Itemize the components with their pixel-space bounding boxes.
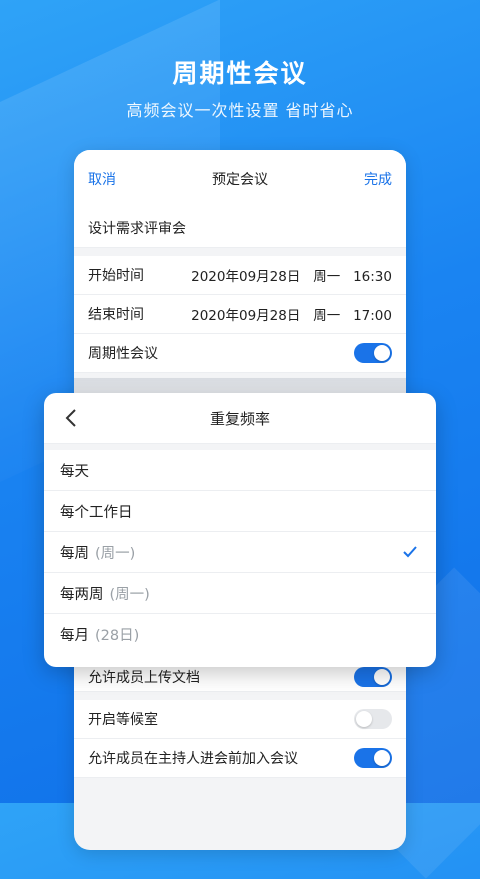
waiting-room-label: 开启等候室 — [88, 712, 158, 728]
option-label: 每天 — [60, 463, 89, 480]
option-sub: (周一) — [109, 586, 150, 603]
hero-title: 周期性会议 — [172, 59, 308, 88]
waiting-room-toggle[interactable] — [354, 709, 392, 729]
option-sub: (28日) — [95, 628, 140, 644]
join-before-host-toggle[interactable] — [354, 748, 392, 768]
start-time-value: 2020年09月28日 周一 16:30 — [191, 269, 392, 285]
option-label: 每周 — [60, 545, 89, 562]
end-time-value: 2020年09月28日 周一 17:00 — [191, 308, 392, 324]
check-icon — [403, 546, 417, 558]
option-daily[interactable]: 每天 — [44, 450, 436, 491]
option-label: 每两周 — [60, 586, 104, 603]
back-arrow-icon[interactable] — [62, 406, 82, 430]
join-before-host-label: 允许成员在主持人进会前加入会议 — [88, 751, 298, 767]
modal-header: 重复频率 — [44, 393, 436, 444]
nav-bar: 取消 预定会议 完成 — [74, 150, 406, 208]
start-time-label: 开始时间 — [88, 268, 144, 284]
option-label: 每月 — [60, 628, 89, 644]
option-biweekly[interactable]: 每两周 (周一) — [44, 573, 436, 614]
recurring-toggle[interactable] — [354, 343, 392, 363]
upload-docs-toggle[interactable] — [354, 666, 392, 687]
repeat-frequency-modal: 重复频率 每天 每个工作日 每周 (周一) 每两周 (周一) 每月 (28日) — [44, 393, 436, 667]
option-weekly[interactable]: 每周 (周一) — [44, 532, 436, 573]
end-time-row[interactable]: 结束时间 2020年09月28日 周一 17:00 — [74, 295, 406, 334]
page-title: 预定会议 — [212, 172, 268, 188]
option-sub: (周一) — [95, 545, 136, 562]
modal-title: 重复频率 — [209, 409, 270, 428]
done-button[interactable]: 完成 — [364, 169, 392, 189]
cancel-button[interactable]: 取消 — [88, 169, 116, 189]
start-time-row[interactable]: 开始时间 2020年09月28日 周一 16:30 — [74, 256, 406, 295]
meeting-topic-field[interactable]: 设计需求评审会 — [74, 208, 406, 248]
recurring-row: 周期性会议 — [74, 334, 406, 373]
waiting-room-row: 开启等候室 — [74, 700, 406, 739]
option-monthly[interactable]: 每月 (28日) — [44, 614, 436, 655]
hero-subtitle: 高频会议一次性设置 省时省心 — [126, 101, 354, 120]
join-before-host-row: 允许成员在主持人进会前加入会议 — [74, 739, 406, 778]
end-time-label: 结束时间 — [88, 307, 144, 323]
recurring-label: 周期性会议 — [88, 346, 158, 362]
meeting-topic: 设计需求评审会 — [88, 220, 186, 237]
option-weekdays[interactable]: 每个工作日 — [44, 491, 436, 532]
option-label: 每个工作日 — [60, 504, 133, 521]
upload-docs-label: 允许成员上传文档 — [88, 669, 200, 686]
